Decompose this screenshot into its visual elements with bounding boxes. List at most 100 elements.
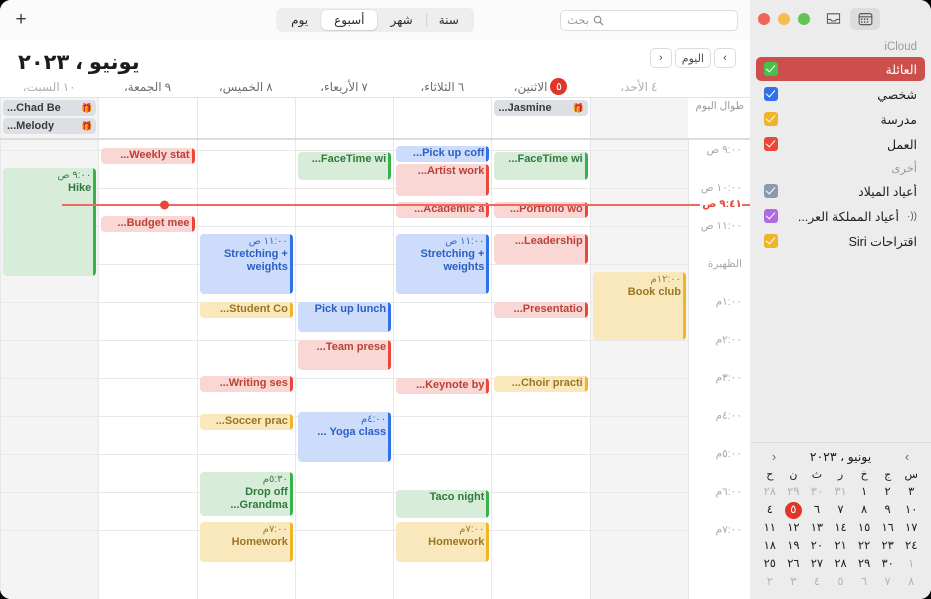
- tab-month[interactable]: شهر: [378, 10, 426, 30]
- calendar-event[interactable]: ٥:٣٠م Drop off Grandma...: [199, 472, 293, 516]
- day-header-2[interactable]: الخميس، ٨: [197, 76, 295, 97]
- minical-day[interactable]: ١٦: [876, 520, 900, 537]
- day-column-1[interactable]: Weekly stat... Budget mee...: [98, 140, 197, 599]
- day-header-4[interactable]: الثلاثاء، ٦: [393, 76, 491, 97]
- minical-day[interactable]: ٢١: [829, 538, 853, 555]
- minical-day[interactable]: ٣: [899, 484, 923, 501]
- sidebar-calendar-1[interactable]: أعياد المملكة العر... ((·: [756, 204, 925, 228]
- minical-day[interactable]: ٢٧: [805, 556, 829, 573]
- checkbox-checked-icon[interactable]: [764, 87, 778, 101]
- calendar-event[interactable]: Soccer prac...: [199, 414, 293, 430]
- all-day-event[interactable]: Chad Be... 🎁: [3, 100, 97, 116]
- minical-day[interactable]: ٢٠: [805, 538, 829, 555]
- calendar-event[interactable]: Team prese...: [297, 340, 392, 370]
- minical-day[interactable]: ٧: [876, 574, 900, 591]
- all-day-event[interactable]: Jasmine... 🎁: [494, 100, 588, 116]
- day-column-3[interactable]: FaceTime wi... Pick up lunch Team prese...…: [294, 140, 394, 599]
- all-day-column-1[interactable]: [98, 98, 196, 138]
- sidebar-calendar-0[interactable]: العائلة: [756, 57, 925, 81]
- minical-day[interactable]: ٣٠: [805, 484, 829, 501]
- day-column-0[interactable]: ٩:٠٠ ص Hike: [0, 140, 99, 599]
- calendar-event[interactable]: Weekly stat...: [101, 148, 195, 164]
- close-button[interactable]: [758, 12, 770, 25]
- tab-week[interactable]: أسبوع: [321, 10, 378, 30]
- calendar-event[interactable]: ٧:٠٠م Homework: [396, 522, 490, 562]
- calendar-event[interactable]: Pick up lunch: [297, 302, 392, 332]
- sidebar-calendar-2[interactable]: مدرسة: [756, 107, 925, 131]
- calendar-event[interactable]: Taco night: [396, 490, 490, 518]
- minical-day[interactable]: ٢: [758, 574, 782, 591]
- today-button[interactable]: اليوم: [674, 48, 711, 68]
- all-day-column-2[interactable]: [196, 98, 295, 138]
- checkbox-checked-icon[interactable]: [764, 209, 778, 223]
- minical-day[interactable]: ٢٢: [852, 538, 876, 555]
- all-day-column-5[interactable]: Jasmine... 🎁: [491, 98, 589, 138]
- all-day-event[interactable]: Melody... 🎁: [3, 118, 97, 134]
- day-column-4[interactable]: Pick up coff... Artist work... Academic a.…: [393, 140, 492, 599]
- all-day-column-3[interactable]: [294, 98, 393, 138]
- inbox-button[interactable]: [818, 8, 848, 30]
- day-column-6[interactable]: ١٢:٠٠م Book club: [589, 140, 688, 599]
- sidebar-calendar-0[interactable]: أعياد الميلاد: [756, 179, 925, 203]
- tab-day[interactable]: يوم: [278, 10, 321, 30]
- day-header-6[interactable]: الأحد، ٤: [590, 76, 688, 97]
- minical-day[interactable]: ٢٥: [758, 556, 782, 573]
- view-mode-icons[interactable]: [818, 7, 880, 30]
- calendar-event[interactable]: Writing ses...: [199, 376, 293, 392]
- calendar-event[interactable]: Budget mee...: [101, 216, 195, 232]
- minical-day[interactable]: ١٨: [758, 538, 782, 555]
- minical-day[interactable]: ١٠: [899, 502, 923, 519]
- calendar-event[interactable]: Presentatio...: [494, 302, 588, 318]
- sidebar-calendar-3[interactable]: العمل: [756, 132, 925, 156]
- calendar-event[interactable]: ١١:٠٠ ص Stretching + weights: [396, 234, 490, 294]
- all-day-column-0[interactable]: Chad Be... 🎁 Melody... 🎁: [0, 98, 99, 138]
- minical-day[interactable]: ١١: [758, 520, 782, 537]
- minical-day[interactable]: ١٥: [852, 520, 876, 537]
- calendar-event[interactable]: ١١:٠٠ ص Stretching + weights: [199, 234, 293, 294]
- search-input[interactable]: بحث: [560, 9, 738, 31]
- minical-day[interactable]: ٢٣: [876, 538, 900, 555]
- minical-day[interactable]: ٢٦: [782, 556, 806, 573]
- day-header-1[interactable]: الجمعة، ٩: [98, 76, 196, 97]
- minical-day[interactable]: ٢٤: [899, 538, 923, 555]
- minical-day[interactable]: ٢٩: [852, 556, 876, 573]
- calendar-event[interactable]: Choir practi...: [494, 376, 588, 392]
- minical-day[interactable]: ٢: [876, 484, 900, 501]
- minical-day[interactable]: ٣١: [829, 484, 853, 501]
- minical-day[interactable]: ١٢: [782, 520, 806, 537]
- week-grid[interactable]: ٩:٠٠ ص Hike Weekly stat... Budget mee... ١١:…: [0, 140, 750, 599]
- checkbox-checked-icon[interactable]: [764, 112, 778, 126]
- minical-day[interactable]: ٧: [829, 502, 853, 519]
- sidebar-calendar-1[interactable]: شخصي: [756, 82, 925, 106]
- minical-day[interactable]: ٢٨: [829, 556, 853, 573]
- calendar-event[interactable]: Leadership...: [494, 234, 588, 264]
- minical-day[interactable]: ١٩: [782, 538, 806, 555]
- checkbox-checked-icon[interactable]: [764, 184, 778, 198]
- minical-day[interactable]: ٢٩: [782, 484, 806, 501]
- day-column-2[interactable]: ١١:٠٠ ص Stretching + weights Student Co...…: [196, 140, 295, 599]
- minical-prev-button[interactable]: ‹: [766, 449, 782, 464]
- day-header-5[interactable]: الاثنين، ٥: [491, 76, 589, 97]
- checkbox-checked-icon[interactable]: [764, 234, 778, 248]
- prev-week-button[interactable]: ‹: [649, 48, 672, 68]
- minical-day[interactable]: ٤: [805, 574, 829, 591]
- minical-day[interactable]: ٨: [852, 502, 876, 519]
- minical-day[interactable]: ١٧: [899, 520, 923, 537]
- calendar-event[interactable]: FaceTime wi...: [297, 152, 392, 180]
- calendar-event[interactable]: ٧:٠٠م Homework: [199, 522, 293, 562]
- day-header-3[interactable]: الأربعاء، ٧: [295, 76, 393, 97]
- all-day-column-6[interactable]: [589, 98, 688, 138]
- calendar-button[interactable]: [850, 7, 880, 30]
- minical-day[interactable]: ٩: [876, 502, 900, 519]
- view-segmented-control[interactable]: يوم أسبوع شهر سنة: [276, 8, 474, 32]
- calendar-event[interactable]: FaceTime wi...: [494, 152, 588, 180]
- minical-day[interactable]: ٥: [829, 574, 853, 591]
- all-day-column-4[interactable]: [393, 98, 491, 138]
- sidebar-calendar-2[interactable]: اقتراحات Siri: [756, 229, 925, 253]
- minical-day[interactable]: ٣: [782, 574, 806, 591]
- add-event-button[interactable]: +: [10, 9, 32, 31]
- day-header-0[interactable]: السبت، ١٠: [0, 76, 98, 97]
- minical-next-button[interactable]: ›: [899, 449, 915, 464]
- mini-calendar[interactable]: ‹ يونيو ، ٢٠٢٣ › س ج خ ر ث ن ح ٣ ٢ ١ ٣١ ٣٠ ٢٩ ٢٨ ١٠ ٩ ٨ ٧…: [750, 442, 931, 599]
- day-column-5[interactable]: FaceTime wi... Portfolio wo... Leadership.…: [491, 140, 590, 599]
